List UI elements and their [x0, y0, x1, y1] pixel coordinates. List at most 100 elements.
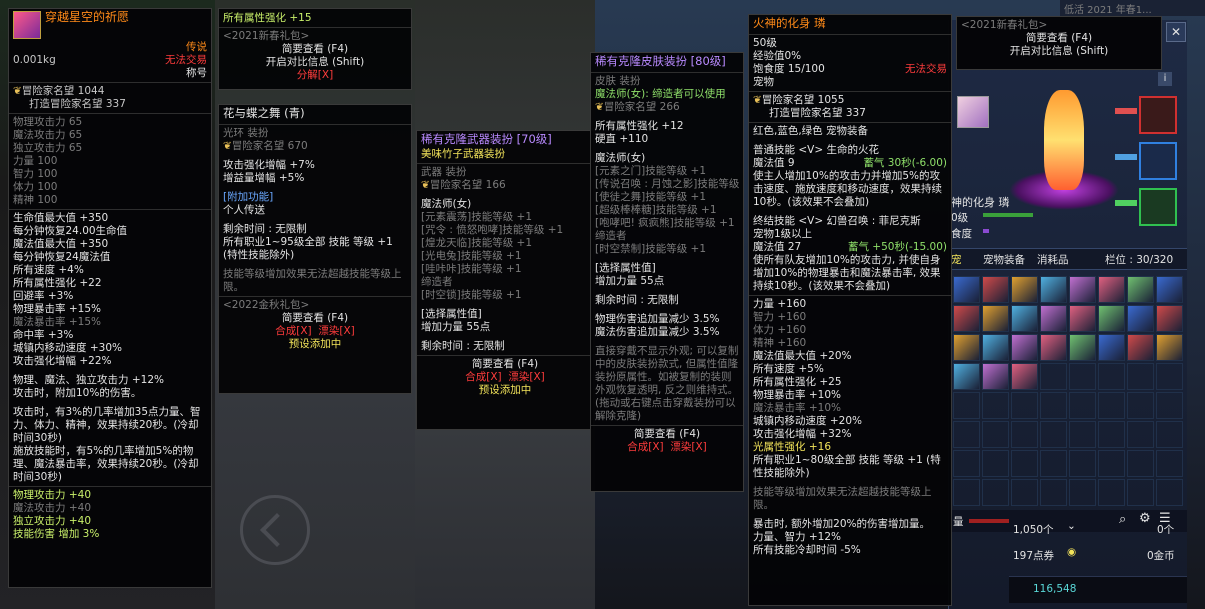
inventory-item[interactable] — [1011, 363, 1038, 390]
inventory-slot-empty[interactable] — [1156, 392, 1183, 419]
view-hint: 简要查看 (F4) — [471, 358, 539, 370]
inventory-slot-empty[interactable] — [1040, 392, 1067, 419]
skill2-req: 宠物1级以上 — [753, 228, 813, 240]
inventory-item[interactable] — [1069, 305, 1096, 332]
inventory-slot-empty[interactable] — [1040, 363, 1067, 390]
inventory-slot-empty[interactable] — [1011, 479, 1038, 506]
skill-line: [煌龙天临]技能等级 +1 — [421, 237, 533, 249]
stat: 所有属性强化 +22 — [13, 277, 102, 289]
item-name: 美味竹子武器装扮 — [421, 148, 505, 160]
tab-consumables[interactable]: 消耗品 — [1037, 252, 1069, 267]
stat-dim: 体力 +160 — [753, 324, 807, 336]
inventory-slot-empty[interactable] — [1011, 421, 1038, 448]
search-icon[interactable]: ⌕ — [1119, 512, 1126, 527]
inventory-slot-empty[interactable] — [1127, 479, 1154, 506]
inventory-item[interactable] — [1127, 305, 1154, 332]
inventory-slot-empty[interactable] — [1069, 392, 1096, 419]
inventory-item[interactable] — [1156, 276, 1183, 303]
skill-note: 技能等级增加效果无法超越技能等级上限。 — [753, 486, 932, 511]
inventory-item[interactable] — [1069, 276, 1096, 303]
inventory-item[interactable] — [982, 334, 1009, 361]
tab-pet[interactable]: 宠 — [951, 252, 962, 267]
equip-slot-red[interactable] — [1139, 96, 1177, 134]
inventory-slot-empty[interactable] — [953, 421, 980, 448]
inventory-slot-empty[interactable] — [1069, 363, 1096, 390]
inventory-slot-empty[interactable] — [1069, 450, 1096, 477]
inventory-item[interactable] — [1156, 305, 1183, 332]
inventory-item[interactable] — [953, 305, 980, 332]
inventory-slot-empty[interactable] — [1069, 479, 1096, 506]
package: <2021新春礼包> — [223, 30, 310, 42]
inventory-item[interactable] — [953, 276, 980, 303]
tooltip-small-right: <2021新春礼包> 简要查看 (F4) 开启对比信息 (Shift) — [956, 16, 1162, 70]
inventory-slot-empty[interactable] — [1011, 392, 1038, 419]
inventory-item[interactable] — [1011, 305, 1038, 332]
inventory-item[interactable] — [1127, 276, 1154, 303]
inventory-item[interactable] — [1040, 276, 1067, 303]
inventory-slot-empty[interactable] — [1011, 450, 1038, 477]
stat: 所有速度 +5% — [753, 363, 824, 375]
inventory-slot-empty[interactable] — [1098, 392, 1125, 419]
inventory-slot-empty[interactable] — [953, 479, 980, 506]
equip-slot-blue[interactable] — [1139, 142, 1177, 180]
inventory-slot-empty[interactable] — [1127, 363, 1154, 390]
inventory-item[interactable] — [1127, 334, 1154, 361]
inventory-item[interactable] — [1040, 334, 1067, 361]
inventory-item[interactable] — [1040, 305, 1067, 332]
inventory-slot-empty[interactable] — [1156, 479, 1183, 506]
inventory-slot-empty[interactable] — [982, 421, 1009, 448]
inventory-item[interactable] — [1098, 276, 1125, 303]
item-title: 稀有克隆武器装扮 [70级] — [421, 132, 552, 146]
inventory-item[interactable] — [1156, 334, 1183, 361]
skill1-title: 普通技能 <V> 生命的火花 — [753, 144, 879, 156]
inventory-slot-empty[interactable] — [1156, 421, 1183, 448]
back-arrow-icon[interactable] — [240, 495, 310, 565]
inventory-slot-empty[interactable] — [953, 392, 980, 419]
inventory-slot-empty[interactable] — [1069, 421, 1096, 448]
inventory-slot-empty[interactable] — [1127, 450, 1154, 477]
fame-build-label: 打造冒险家名望 — [29, 98, 103, 110]
preset-hint: 预设添加中 — [288, 338, 342, 350]
inventory-slot-empty[interactable] — [982, 450, 1009, 477]
trade-status: 无法交易 — [905, 63, 947, 75]
inventory-slot-empty[interactable] — [1127, 421, 1154, 448]
inventory-item[interactable] — [1098, 334, 1125, 361]
inventory-slot-empty[interactable] — [1156, 363, 1183, 390]
inventory-slot-empty[interactable] — [1156, 450, 1183, 477]
inventory-slot-empty[interactable] — [1098, 479, 1125, 506]
inventory-item[interactable] — [1011, 276, 1038, 303]
inventory-item[interactable] — [1098, 305, 1125, 332]
inventory-slot-empty[interactable] — [1127, 392, 1154, 419]
inventory-slot-empty[interactable] — [1040, 421, 1067, 448]
item-type: 皮肤 装扮 — [595, 75, 641, 87]
inventory-item[interactable] — [1069, 334, 1096, 361]
skill-line: [哇咔咔]技能等级 +1 — [421, 263, 522, 275]
clone-note: 直接穿戴不显示外观; 可以复制中的皮肤装扮款式, 但属性值隆装扮原属性。如被复制… — [595, 345, 739, 422]
inventory-item[interactable] — [1011, 334, 1038, 361]
inventory-slot-empty[interactable] — [1098, 363, 1125, 390]
tooltip-small-top: 所有属性强化 +15 <2021新春礼包> 简要查看 (F4) 开启对比信息 (… — [218, 8, 412, 90]
inventory-item[interactable] — [982, 363, 1009, 390]
inventory-slot-empty[interactable] — [1098, 450, 1125, 477]
chevron-down-icon[interactable]: ⌄ — [1067, 520, 1076, 532]
inventory-slot-empty[interactable] — [982, 392, 1009, 419]
fame-value: 1044 — [77, 85, 105, 97]
inventory-item[interactable] — [982, 305, 1009, 332]
inventory-item[interactable] — [982, 276, 1009, 303]
fame: 冒险家名望 166 — [429, 179, 506, 191]
close-icon[interactable]: ✕ — [1166, 22, 1186, 42]
tab-pet-equip[interactable]: 宠物装备 — [983, 252, 1025, 267]
inventory-slot-empty[interactable] — [953, 450, 980, 477]
inventory-slot-empty[interactable] — [982, 479, 1009, 506]
inventory-slot-empty[interactable] — [1040, 479, 1067, 506]
inventory-slot-empty[interactable] — [1098, 421, 1125, 448]
gear-icon[interactable]: ⚙ — [1139, 511, 1151, 526]
inventory-slot-empty[interactable] — [1040, 450, 1067, 477]
stat-dim: 魔法暴击率 +10% — [753, 402, 841, 414]
dye-hint: 漂染[X] — [670, 441, 707, 453]
info-icon[interactable]: i — [1158, 72, 1172, 86]
inventory-item[interactable] — [953, 363, 980, 390]
equip-slot-green[interactable] — [1139, 188, 1177, 226]
skill-line: [元素之门]技能等级 +1 — [595, 165, 707, 177]
inventory-item[interactable] — [953, 334, 980, 361]
